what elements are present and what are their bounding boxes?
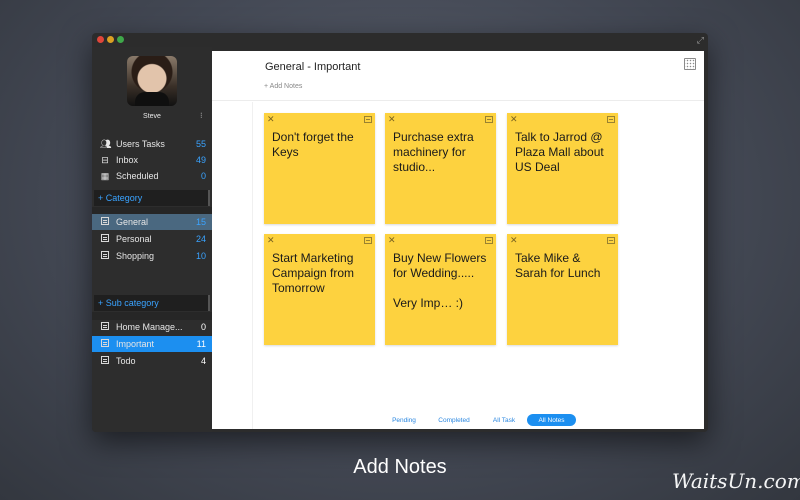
note-card[interactable]: ✕ Start Marketing Campaign from Tomorrow (264, 234, 375, 345)
user-name: Steve (143, 113, 161, 120)
sidebar-item-count: 4 (200, 356, 206, 366)
calendar-icon: ▦ (100, 170, 110, 181)
list-icon (100, 339, 110, 349)
sidebar-item-personal[interactable]: Personal 24 (92, 231, 212, 247)
sidebar-item-count: 0 (200, 322, 206, 332)
sidebar-item-label: Scheduled (116, 171, 159, 181)
filter-pending[interactable]: Pending (384, 414, 424, 426)
sidebar-item-count: 49 (195, 155, 206, 165)
users-icon: 👥︎ (100, 138, 112, 149)
panel-header: General - Important + Add Notes (212, 51, 704, 101)
sidebar-item-count: 11 (196, 339, 206, 349)
note-text: Take Mike & Sarah for Lunch (515, 251, 601, 280)
sidebar-item-shopping[interactable]: Shopping 10 (92, 248, 212, 264)
sidebar-item-general[interactable]: General 15 (92, 214, 212, 230)
note-text: Buy New Flowers for Wedding..... Very Im… (393, 251, 487, 310)
note-text: Purchase extra machinery for studio... (393, 130, 474, 174)
filter-completed[interactable]: Completed (430, 414, 478, 426)
close-icon[interactable]: ✕ (388, 235, 396, 246)
sidebar-item-scheduled[interactable]: ▦ Scheduled 0 (92, 168, 212, 184)
avatar-shirt (135, 92, 169, 106)
close-icon[interactable]: ✕ (510, 114, 518, 125)
sidebar-item-label: Home Manage... (116, 322, 183, 332)
list-icon (100, 356, 110, 366)
sidebar-item-inbox[interactable]: ⊟ Inbox 49 (92, 152, 212, 168)
list-icon (100, 322, 110, 332)
filter-all-task[interactable]: All Task (484, 414, 524, 426)
note-card[interactable]: ✕ Talk to Jarrod @ Plaza Mall about US D… (507, 113, 618, 224)
sidebar-item-count: 15 (195, 217, 206, 227)
notes-panel: General - Important + Add Notes ✕ Don't … (212, 51, 704, 429)
note-text: Don't forget the Keys (272, 130, 354, 159)
zoom-window-button[interactable] (117, 36, 124, 43)
note-card[interactable]: ✕ Take Mike & Sarah for Lunch (507, 234, 618, 345)
note-text: Start Marketing Campaign from Tomorrow (272, 251, 355, 295)
sidebar-item-home-management[interactable]: Home Manage... 0 (92, 319, 212, 335)
close-icon[interactable]: ✕ (267, 235, 275, 246)
minimize-note-icon[interactable] (485, 237, 493, 244)
note-card[interactable]: ✕ Purchase extra machinery for studio... (385, 113, 496, 224)
minimize-note-icon[interactable] (364, 237, 372, 244)
close-icon[interactable]: ✕ (267, 114, 275, 125)
fullscreen-arrows-icon[interactable]: ⤢ (697, 35, 704, 46)
sidebar-item-label: Shopping (116, 251, 155, 261)
minimize-note-icon[interactable] (364, 116, 372, 123)
sidebar-item-label: General (116, 217, 149, 227)
sidebar-item-label: Important (116, 339, 155, 349)
app-window: ⤢ Steve ⁝ 👥︎ Users Tasks 55 ⊟ Inbox 49 ▦… (92, 33, 708, 432)
sidebar: Steve ⁝ 👥︎ Users Tasks 55 ⊟ Inbox 49 ▦ S… (92, 47, 212, 432)
watermark: WaitsUn.com (672, 469, 800, 493)
sidebar-item-count: 55 (195, 139, 206, 149)
inbox-icon: ⊟ (101, 154, 109, 165)
avatar[interactable] (127, 56, 177, 106)
sidebar-item-count: 0 (200, 171, 206, 181)
sidebar-item-label: Todo (116, 356, 136, 366)
minimize-note-icon[interactable] (485, 116, 493, 123)
add-subcategory-button[interactable]: + Sub category (94, 295, 210, 311)
minimize-note-icon[interactable] (607, 116, 615, 123)
sidebar-item-count: 24 (195, 234, 206, 244)
user-menu-icon[interactable]: ⁝ (200, 111, 203, 120)
add-category-button[interactable]: + Category (94, 190, 210, 206)
list-icon (100, 217, 110, 227)
sidebar-item-important[interactable]: Important 11 (92, 336, 212, 352)
minimize-window-button[interactable] (107, 36, 114, 43)
close-window-button[interactable] (97, 36, 104, 43)
note-card[interactable]: ✕ Don't forget the Keys (264, 113, 375, 224)
minimize-note-icon[interactable] (607, 237, 615, 244)
note-text: Talk to Jarrod @ Plaza Mall about US Dea… (515, 130, 604, 174)
sidebar-item-count: 10 (195, 251, 206, 261)
sidebar-item-label: Users Tasks (116, 139, 165, 149)
calendar-icon[interactable] (684, 58, 696, 70)
sidebar-item-todo[interactable]: Todo 4 (92, 353, 212, 369)
sidebar-item-label: Personal (116, 234, 152, 244)
sidebar-item-users-tasks[interactable]: 👥︎ Users Tasks 55 (92, 136, 212, 152)
list-icon (100, 251, 110, 261)
close-icon[interactable]: ✕ (388, 114, 396, 125)
filter-all-notes[interactable]: All Notes (527, 414, 576, 426)
add-notes-link[interactable]: + Add Notes (264, 83, 302, 90)
page-title: General - Important (265, 61, 361, 73)
panel-divider (252, 102, 253, 429)
title-bar: ⤢ (92, 33, 708, 47)
list-icon (100, 234, 110, 244)
note-card[interactable]: ✕ Buy New Flowers for Wedding..... Very … (385, 234, 496, 345)
filter-bar: Pending Completed All Task All Notes (212, 414, 704, 426)
sidebar-item-label: Inbox (116, 155, 139, 165)
close-icon[interactable]: ✕ (510, 235, 518, 246)
